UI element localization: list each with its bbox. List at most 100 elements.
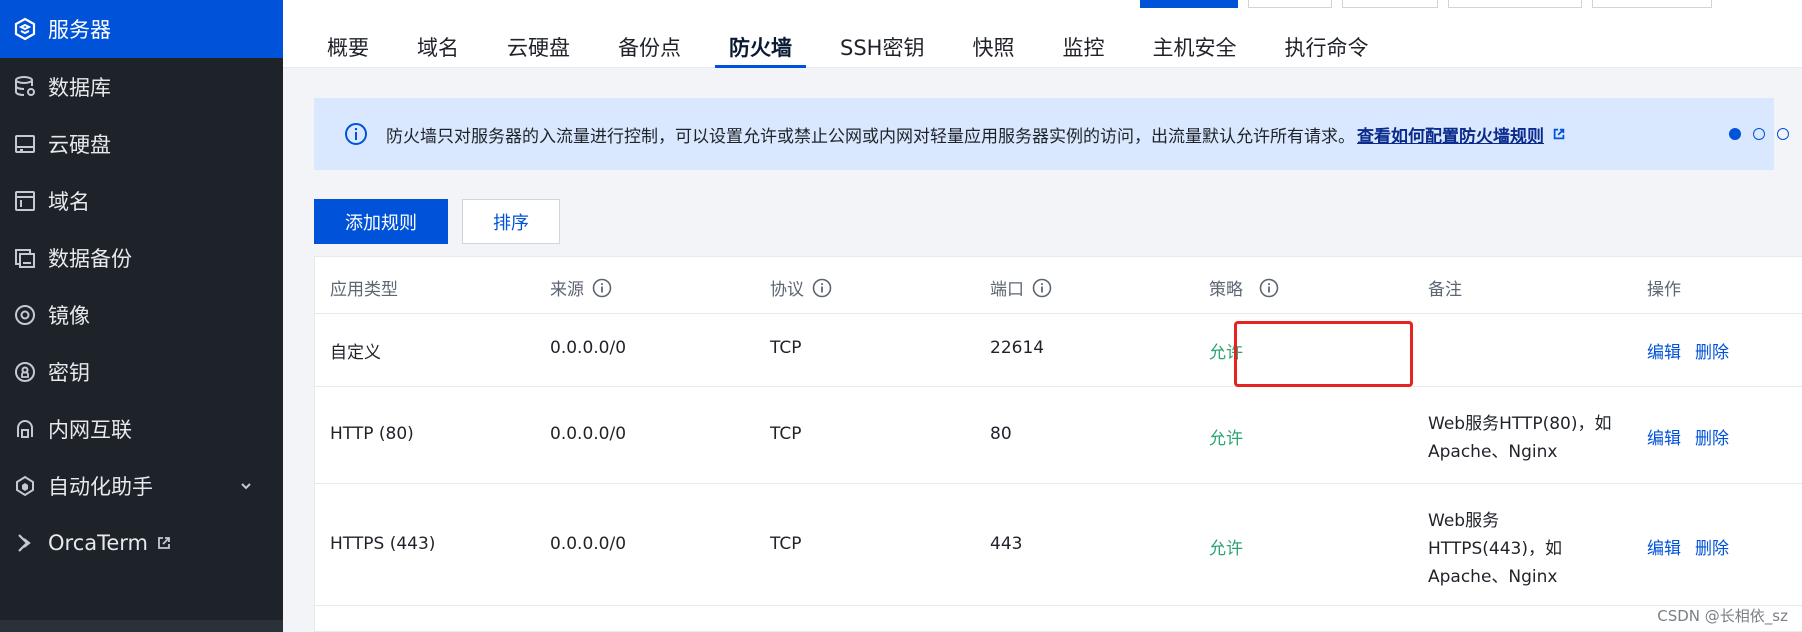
tab-host-security[interactable]: 主机安全 [1128, 22, 1260, 68]
cell-port: 80 [990, 424, 1012, 444]
automation-icon [12, 473, 38, 499]
watermark: CSDN @长相依_sz [1657, 607, 1788, 625]
top-button-2[interactable] [1248, 0, 1332, 8]
info-icon[interactable] [812, 278, 832, 298]
image-icon [12, 302, 38, 328]
tab-monitor[interactable]: 监控 [1038, 22, 1128, 68]
info-icon[interactable] [592, 278, 612, 298]
sidebar-item-label: 域名 [48, 189, 90, 214]
key-icon [12, 359, 38, 385]
cell-source: 0.0.0.0/0 [550, 424, 627, 444]
cell-type: 自定义 [330, 343, 381, 363]
network-icon [12, 416, 38, 442]
server-icon [12, 16, 38, 42]
sidebar: 服务器 数据库 云硬盘 域名 数据备份 镜像 密钥 内网互联 自动化助手 Orc… [0, 0, 283, 632]
tab-snapshot[interactable]: 快照 [948, 22, 1038, 68]
cell-type: HTTPS (443) [330, 534, 436, 554]
cell-protocol: TCP [770, 338, 802, 358]
column-header-port: 端口 [990, 275, 1052, 300]
sidebar-item-label: 服务器 [48, 18, 111, 42]
sidebar-item-key[interactable]: 密钥 [0, 343, 283, 400]
top-action-buttons [1140, 0, 1802, 8]
firewall-rules-table: 应用类型 来源 协议 端口 策略 备注 操作 自定义 0.0.0.0/0 TCP… [314, 256, 1802, 632]
sidebar-item-label: OrcaTerm [48, 530, 149, 555]
chevron-down-icon[interactable] [239, 479, 253, 493]
info-icon[interactable] [1259, 278, 1279, 298]
sidebar-item-label: 自动化助手 [48, 474, 153, 499]
firewall-help-link[interactable]: 查看如何配置防火墙规则 [1357, 122, 1544, 147]
tab-ssh-key[interactable]: SSH密钥 [816, 22, 948, 68]
port-highlight-box [1234, 321, 1413, 387]
domain-icon [12, 188, 38, 214]
table-header: 应用类型 来源 协议 端口 策略 备注 操作 [315, 257, 1802, 314]
disk-icon [12, 131, 38, 157]
column-header-type: 应用类型 [330, 280, 398, 300]
tab-backup-point[interactable]: 备份点 [594, 22, 705, 68]
cell-note-line: HTTPS(443)，如 [1428, 539, 1563, 559]
sidebar-item-orcaterm[interactable]: OrcaTerm [0, 514, 283, 571]
cell-protocol: TCP [770, 534, 802, 554]
table-row: 自定义 0.0.0.0/0 TCP 22614 允许 编辑 删除 [315, 314, 1802, 387]
tab-run-command[interactable]: 执行命令 [1260, 22, 1392, 68]
tab-overview[interactable]: 概要 [303, 22, 393, 68]
cell-port: 22614 [990, 338, 1045, 358]
carousel-dot[interactable] [1729, 128, 1741, 140]
carousel-dot[interactable] [1753, 128, 1765, 140]
carousel-dot[interactable] [1777, 128, 1789, 140]
sidebar-item-label: 数据库 [48, 75, 111, 100]
column-header-note: 备注 [1428, 280, 1462, 300]
column-header-protocol: 协议 [770, 275, 832, 300]
edit-button[interactable]: 编辑 [1647, 338, 1681, 363]
firewall-notice-banner: 防火墙只对服务器的入流量进行控制，可以设置允许或禁止公网或内网对轻量应用服务器实… [314, 98, 1789, 170]
table-row: HTTPS (443) 0.0.0.0/0 TCP 443 允许 Web服务 H… [315, 484, 1802, 606]
tab-firewall[interactable]: 防火墙 [705, 22, 816, 68]
delete-button[interactable]: 删除 [1695, 424, 1729, 449]
sidebar-item-database[interactable]: 数据库 [0, 58, 283, 115]
cell-protocol: TCP [770, 424, 802, 444]
detail-tabs: 概要 域名 云硬盘 备份点 防火墙 SSH密钥 快照 监控 主机安全 执行命令 [303, 22, 1392, 68]
top-button-4[interactable] [1448, 0, 1582, 8]
sidebar-item-label: 内网互联 [48, 417, 132, 442]
sidebar-item-network[interactable]: 内网互联 [0, 400, 283, 457]
top-primary-button[interactable] [1140, 0, 1238, 8]
sidebar-item-backup[interactable]: 数据备份 [0, 229, 283, 286]
top-button-3[interactable] [1342, 0, 1438, 8]
notice-text: 防火墙只对服务器的入流量进行控制，可以设置允许或禁止公网或内网对轻量应用服务器实… [386, 126, 1355, 147]
sort-button[interactable]: 排序 [462, 199, 560, 244]
sidebar-item-domain[interactable]: 域名 [0, 172, 283, 229]
tab-disk[interactable]: 云硬盘 [483, 22, 594, 68]
cell-note-line: Web服务 [1428, 511, 1500, 531]
info-icon[interactable] [1032, 278, 1052, 298]
sidebar-footer [0, 620, 283, 632]
top-bar: 概要 域名 云硬盘 备份点 防火墙 SSH密钥 快照 监控 主机安全 执行命令 [283, 0, 1802, 68]
sidebar-item-label: 云硬盘 [48, 132, 111, 157]
orcaterm-icon [12, 530, 38, 556]
external-link-icon[interactable] [1552, 127, 1566, 141]
delete-button[interactable]: 删除 [1695, 534, 1729, 559]
tab-domain[interactable]: 域名 [393, 22, 483, 68]
column-header-policy: 策略 [1209, 275, 1279, 300]
column-header-ops: 操作 [1647, 280, 1681, 300]
sidebar-item-image[interactable]: 镜像 [0, 286, 283, 343]
table-row: HTTP (80) 0.0.0.0/0 TCP 80 允许 Web服务HTTP(… [315, 387, 1802, 484]
database-icon [12, 74, 38, 100]
main-content: 概要 域名 云硬盘 备份点 防火墙 SSH密钥 快照 监控 主机安全 执行命令 … [283, 0, 1802, 632]
cell-note-line: Web服务HTTP(80)，如 [1428, 414, 1612, 434]
cell-note-line: Apache、Nginx [1428, 442, 1558, 462]
edit-button[interactable]: 编辑 [1647, 534, 1681, 559]
top-button-5[interactable] [1592, 0, 1712, 8]
sidebar-item-automation[interactable]: 自动化助手 [0, 457, 283, 514]
sidebar-item-server[interactable]: 服务器 [0, 0, 283, 58]
sidebar-item-disk[interactable]: 云硬盘 [0, 115, 283, 172]
cell-note-line: Apache、Nginx [1428, 567, 1558, 587]
cell-source: 0.0.0.0/0 [550, 338, 627, 358]
sidebar-item-label: 数据备份 [48, 246, 132, 271]
cell-policy: 允许 [1209, 429, 1243, 449]
cell-policy: 允许 [1209, 539, 1243, 559]
backup-icon [12, 245, 38, 271]
column-header-source: 来源 [550, 275, 612, 300]
edit-button[interactable]: 编辑 [1647, 424, 1681, 449]
sidebar-item-label: 镜像 [48, 303, 90, 328]
delete-button[interactable]: 删除 [1695, 338, 1729, 363]
add-rule-button[interactable]: 添加规则 [314, 199, 448, 244]
